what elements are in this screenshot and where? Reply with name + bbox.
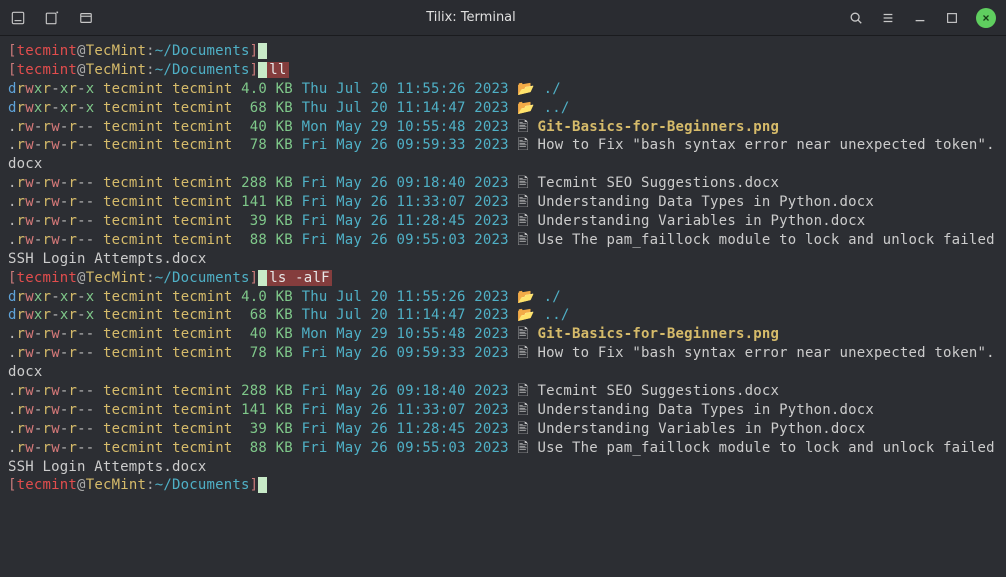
file-row: .rw-rw-r-- tecmint tecmint 40 KB Mon May… — [8, 325, 998, 344]
file-row: .rw-rw-r-- tecmint tecmint 141 KB Fri Ma… — [8, 401, 998, 420]
prompt-line: [tecmint@TecMint:~/Documents]ls -alF — [8, 269, 998, 288]
file-row: .rw-rw-r-- tecmint tecmint 40 KB Mon May… — [8, 118, 998, 137]
file-row: .rw-rw-r-- tecmint tecmint 141 KB Fri Ma… — [8, 193, 998, 212]
file-row: drwxr-xr-x tecmint tecmint 4.0 KB Thu Ju… — [8, 80, 998, 99]
file-row: .rw-rw-r-- tecmint tecmint 39 KB Fri May… — [8, 212, 998, 231]
close-icon[interactable] — [976, 8, 996, 28]
new-session-icon[interactable] — [10, 10, 26, 26]
terminal-output[interactable]: [tecmint@TecMint:~/Documents][tecmint@Te… — [0, 36, 1006, 501]
file-row: drwxr-xr-x tecmint tecmint 4.0 KB Thu Ju… — [8, 288, 998, 307]
command-text: ll — [267, 62, 288, 78]
file-row: .rw-rw-r-- tecmint tecmint 39 KB Fri May… — [8, 420, 998, 439]
titlebar-left — [10, 10, 94, 26]
titlebar: Tilix: Terminal — [0, 0, 1006, 36]
file-row: .rw-rw-r-- tecmint tecmint 288 KB Fri Ma… — [8, 174, 998, 193]
maximize-icon[interactable] — [944, 10, 960, 26]
file-row: .rw-rw-r-- tecmint tecmint 88 KB Fri May… — [8, 231, 998, 269]
cursor — [258, 43, 267, 59]
menu-icon[interactable] — [880, 10, 896, 26]
minimize-icon[interactable] — [912, 10, 928, 26]
titlebar-right — [848, 8, 996, 28]
prompt-line: [tecmint@TecMint:~/Documents] — [8, 476, 998, 495]
window-title: Tilix: Terminal — [94, 10, 848, 25]
prompt-line: [tecmint@TecMint:~/Documents]ll — [8, 61, 998, 80]
file-row: drwxr-xr-x tecmint tecmint 68 KB Thu Jul… — [8, 306, 998, 325]
search-icon[interactable] — [848, 10, 864, 26]
file-row: drwxr-xr-x tecmint tecmint 68 KB Thu Jul… — [8, 99, 998, 118]
file-row: .rw-rw-r-- tecmint tecmint 78 KB Fri May… — [8, 136, 998, 174]
file-row: .rw-rw-r-- tecmint tecmint 78 KB Fri May… — [8, 344, 998, 382]
file-row: .rw-rw-r-- tecmint tecmint 288 KB Fri Ma… — [8, 382, 998, 401]
prompt-line: [tecmint@TecMint:~/Documents] — [8, 42, 998, 61]
new-tab-icon[interactable] — [44, 10, 60, 26]
command-text: ls -alF — [267, 270, 331, 286]
view-icon[interactable] — [78, 10, 94, 26]
cursor — [258, 477, 267, 493]
file-row: .rw-rw-r-- tecmint tecmint 88 KB Fri May… — [8, 439, 998, 477]
